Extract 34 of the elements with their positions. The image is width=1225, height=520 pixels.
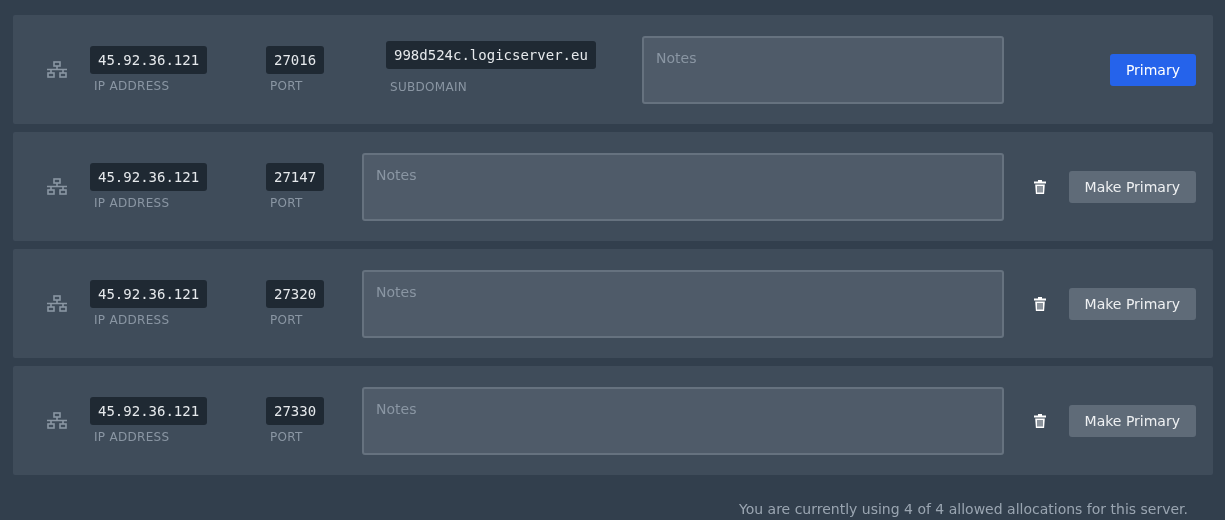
notes-field[interactable]: Notes (362, 152, 1004, 221)
ip-address: 45.92.36.121 (90, 280, 208, 308)
port-label: PORT (270, 196, 303, 210)
trash-icon[interactable] (1033, 413, 1046, 428)
make-primary-button[interactable]: Make Primary (1068, 287, 1196, 320)
trash-icon[interactable] (1033, 296, 1046, 311)
ip-address-label: IP ADDRESS (94, 313, 170, 327)
port: 27320 (266, 280, 325, 308)
make-primary-button[interactable]: Make Primary (1068, 170, 1196, 203)
subdomain: 998d524c.logicserver.eu (386, 41, 596, 69)
ip-address: 45.92.36.121 (90, 46, 208, 74)
port: 27016 (266, 46, 325, 74)
network-icon (46, 411, 67, 430)
ip-address-label: IP ADDRESS (94, 79, 170, 93)
primary-button[interactable]: Primary (1109, 53, 1196, 86)
notes-field[interactable]: Notes (362, 386, 1004, 455)
make-primary-button[interactable]: Make Primary (1068, 404, 1196, 437)
trash-icon[interactable] (1033, 179, 1046, 194)
port-label: PORT (270, 313, 303, 327)
network-icon (46, 60, 67, 79)
port: 27147 (266, 163, 325, 191)
ip-address-label: IP ADDRESS (94, 430, 170, 444)
network-icon (46, 294, 67, 313)
subdomain-label: SUBDOMAIN (390, 80, 468, 94)
network-icon (46, 177, 67, 196)
ip-address-label: IP ADDRESS (94, 196, 170, 210)
notes-field[interactable]: Notes (642, 35, 1004, 104)
ip-address: 45.92.36.121 (90, 163, 208, 191)
allocation-usage-text: You are currently using 4 of 4 allowed allocations for this server. (739, 501, 1188, 517)
port: 27330 (266, 397, 325, 425)
ip-address: 45.92.36.121 (90, 397, 208, 425)
port-label: PORT (270, 79, 303, 93)
port-label: PORT (270, 430, 303, 444)
notes-field[interactable]: Notes (362, 269, 1004, 338)
